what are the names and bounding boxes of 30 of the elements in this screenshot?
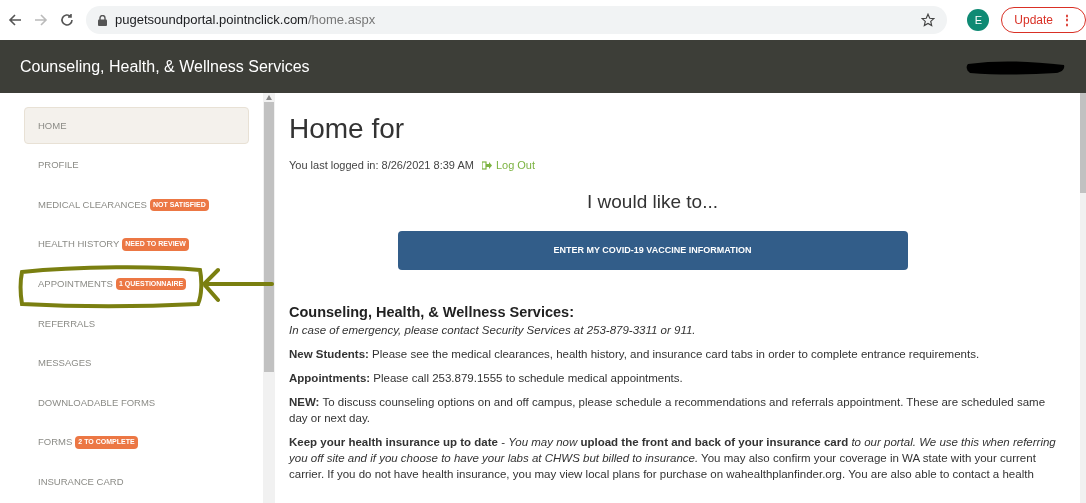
lock-icon — [98, 14, 107, 26]
address-bar[interactable]: pugetsoundportal.pointnclick.com/home.aspx — [86, 6, 948, 34]
sidebar-item[interactable]: HOME — [24, 107, 249, 145]
last-login-text: You last logged in: 8/26/2021 8:39 AM — [289, 158, 474, 173]
info-paragraph: Appointments: Please call 253.879.1555 to schedule medical appointments. — [289, 371, 684, 387]
sidebar-item[interactable]: DOWNLOADABLE FORMS — [24, 384, 249, 422]
vaccine-info-button[interactable]: ENTER MY COVID-19 VACCINE INFORMATION — [397, 231, 908, 270]
info-paragraph: In case of emergency, please contact Security Services at 253-879-3311 or 911. — [289, 323, 697, 339]
sidebar-item[interactable]: INSURANCE CARD — [24, 463, 249, 501]
site-title: Counseling, Health, & Wellness Services — [20, 56, 310, 77]
reload-icon[interactable] — [60, 13, 74, 27]
back-icon[interactable] — [8, 13, 22, 27]
info-paragraph: Keep your health insurance up to date - You may now upload the front and back of your insurance card to our portal. We use this when referring you off site and if you choose to have your labs at CHWS but billed to insurance. You may also confirm your coverage in WA state with your current carrier. If you do not have health insurance, you may view local plans for purchase on wahealthplanfinder.org. You are also able to contact a health — [289, 435, 1057, 483]
scrollbar[interactable] — [263, 93, 275, 503]
page-title: Home for — [289, 115, 405, 143]
sidebar-item[interactable]: MESSAGES — [24, 344, 249, 382]
sidebar-item[interactable]: PROFILE — [24, 146, 249, 184]
logout-link[interactable]: Log Out — [481, 157, 536, 174]
page-scrollbar[interactable] — [1080, 93, 1086, 503]
forward-icon[interactable] — [34, 13, 48, 27]
prompt-heading: I would like to... — [587, 189, 718, 214]
profile-avatar[interactable]: E — [967, 9, 990, 31]
info-paragraph: NEW: To discuss counseling options on and off campus, please schedule a recommendations and referrals appointment. These are scheduled same day or next day. — [289, 395, 1047, 427]
info-paragraph: New Students: Please see the medical clearances, health history, and insurance card tabs in order to complete entrance requirements. — [289, 347, 981, 363]
sidebar-item[interactable]: REFERRALS — [24, 304, 249, 343]
scroll-up-icon[interactable] — [266, 95, 272, 100]
section-heading: Counseling, Health, & Wellness Services: — [289, 303, 575, 322]
star-icon[interactable] — [921, 13, 936, 27]
url-text: pugetsoundportal.pointnclick.com/home.aspx — [115, 11, 376, 30]
logout-icon — [481, 160, 492, 170]
